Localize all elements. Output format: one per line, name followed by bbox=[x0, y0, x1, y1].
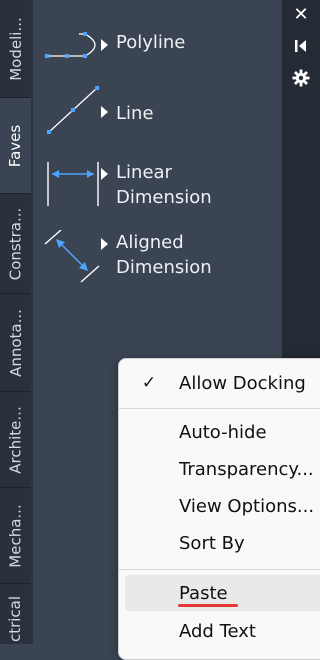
tool-linear-dimension[interactable]: Linear Dimension bbox=[43, 160, 273, 214]
settings-icon[interactable] bbox=[282, 66, 320, 90]
menu-item-label: Paste bbox=[179, 582, 228, 604]
context-menu: ✓ Allow Docking Auto-hide Transparency..… bbox=[118, 358, 320, 660]
flyout-arrow-icon[interactable] bbox=[101, 39, 108, 51]
tab-label: Mecha... bbox=[6, 503, 25, 568]
tool-polyline[interactable]: Polyline bbox=[43, 30, 273, 66]
collapse-icon[interactable] bbox=[282, 34, 320, 58]
flyout-arrow-icon[interactable] bbox=[101, 238, 108, 250]
menu-item-label: Sort By bbox=[179, 532, 245, 554]
aligned-dimension-icon bbox=[43, 229, 101, 288]
polyline-icon bbox=[43, 30, 101, 66]
panel-border bbox=[31, 0, 33, 644]
tab-faves[interactable]: Faves bbox=[0, 98, 31, 194]
menu-item-label: Add Text bbox=[179, 620, 256, 642]
tab-label: ctrical bbox=[6, 595, 25, 642]
tool-label: Polyline bbox=[116, 32, 186, 53]
tab-modeling[interactable]: Modeli... bbox=[0, 0, 31, 98]
menu-item-label: Transparency... bbox=[179, 458, 314, 480]
tab-architectural[interactable]: Archite... bbox=[0, 392, 31, 488]
menu-item-label: Auto-hide bbox=[179, 421, 267, 443]
tab-label: Faves bbox=[6, 124, 25, 167]
tab-label: Archite... bbox=[6, 405, 25, 474]
palette-tab-strip: Modeli... Faves Constra... Annota... Arc… bbox=[0, 0, 31, 644]
tab-label: Constra... bbox=[6, 207, 25, 280]
tool-label: Linear Dimension bbox=[116, 162, 212, 208]
tool-aligned-dimension[interactable]: Aligned Dimension bbox=[43, 229, 273, 288]
close-icon[interactable]: ✕ bbox=[282, 2, 320, 26]
tool-label: Aligned Dimension bbox=[116, 232, 212, 278]
menu-item-view-options[interactable]: View Options... bbox=[119, 488, 320, 524]
menu-item-label: View Options... bbox=[179, 495, 315, 517]
tab-electrical[interactable]: ctrical bbox=[0, 584, 31, 644]
menu-separator bbox=[119, 408, 320, 409]
tool-label: Line bbox=[116, 103, 154, 124]
tab-label: Modeli... bbox=[6, 16, 25, 81]
tab-constraints[interactable]: Constra... bbox=[0, 194, 31, 294]
tab-mechanical[interactable]: Mecha... bbox=[0, 488, 31, 584]
highlight-underline bbox=[178, 604, 238, 607]
tab-annotation[interactable]: Annota... bbox=[0, 294, 31, 392]
checkmark-icon: ✓ bbox=[141, 373, 157, 393]
flyout-arrow-icon[interactable] bbox=[101, 106, 108, 118]
menu-item-sort-by[interactable]: Sort By bbox=[119, 525, 320, 561]
tab-label: Annota... bbox=[6, 308, 25, 377]
line-icon bbox=[43, 86, 101, 140]
menu-item-transparency[interactable]: Transparency... bbox=[119, 451, 320, 487]
menu-item-auto-hide[interactable]: Auto-hide bbox=[119, 414, 320, 450]
tool-line[interactable]: Line bbox=[43, 86, 273, 140]
menu-item-label: Allow Docking bbox=[179, 372, 306, 394]
menu-item-allow-docking[interactable]: ✓ Allow Docking bbox=[119, 365, 320, 401]
flyout-arrow-icon[interactable] bbox=[101, 168, 108, 180]
linear-dimension-icon bbox=[43, 160, 101, 214]
menu-separator bbox=[119, 569, 320, 570]
